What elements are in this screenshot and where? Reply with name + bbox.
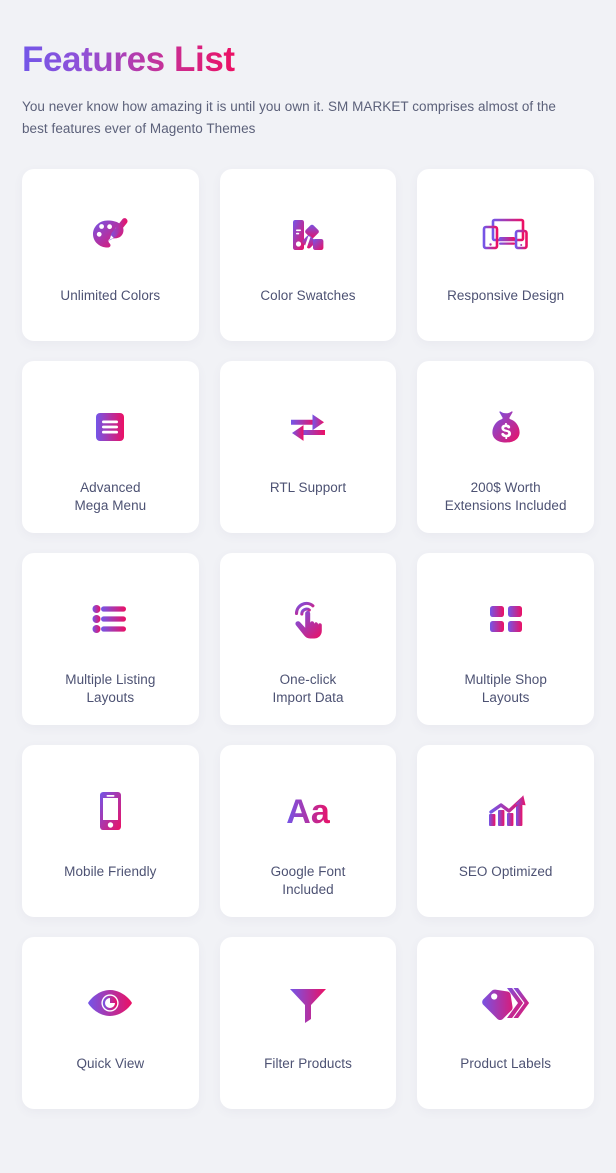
feature-card-seo-optimized[interactable]: SEO Optimized [417,744,594,917]
feature-card-multiple-shop-layouts[interactable]: Multiple Shop Layouts [417,552,594,725]
feature-label: RTL Support [269,479,347,495]
hamburger-menu-icon [87,375,133,479]
bullet-list-icon [87,567,133,671]
eye-icon [84,951,136,1055]
palette-icon [85,183,135,287]
feature-card-responsive-design[interactable]: Responsive Design [417,168,594,341]
click-hand-icon [283,567,333,671]
mobile-phone-icon [89,759,131,863]
feature-label: Google Font Included [270,863,346,897]
page-header: Features List You never know how amazing… [22,0,594,140]
feature-card-filter-products[interactable]: Filter Products [219,936,397,1109]
font-aa-icon: Aa [278,759,338,863]
feature-label: Responsive Design [447,287,565,303]
svg-text:Aa: Aa [286,793,331,831]
feature-label: One-click Import Data [272,671,344,705]
feature-label: Product Labels [460,1055,552,1071]
growth-chart-icon [481,759,531,863]
feature-label: Mobile Friendly [64,863,157,879]
feature-label: Multiple Shop Layouts [464,671,547,705]
grid-layout-icon [485,567,527,671]
feature-card-extensions-included[interactable]: 200$ Worth Extensions Included [417,360,594,533]
page-subtitle: You never know how amazing it is until y… [22,99,556,137]
feature-card-google-font[interactable]: Aa Google Font Included [219,744,397,917]
feature-card-unlimited-colors[interactable]: Unlimited Colors [22,168,199,341]
feature-label: Quick View [76,1055,145,1071]
feature-card-rtl-support[interactable]: RTL Support [219,360,397,533]
feature-label: Filter Products [264,1055,352,1071]
feature-label: SEO Optimized [458,863,553,879]
color-swatches-icon [283,183,333,287]
features-grid: Unlimited Colors Color Swatches Responsi… [22,168,594,1109]
feature-card-advanced-mega-menu[interactable]: Advanced Mega Menu [22,360,199,533]
funnel-icon [284,951,332,1055]
feature-label: 200$ Worth Extensions Included [444,479,567,513]
feature-label: Multiple Listing Layouts [65,671,156,705]
feature-label: Advanced Mega Menu [74,479,147,513]
feature-card-multiple-listing-layouts[interactable]: Multiple Listing Layouts [22,552,199,725]
price-tags-icon [481,951,531,1055]
money-bag-icon [482,375,530,479]
feature-label: Unlimited Colors [60,287,161,303]
feature-label: Color Swatches [260,287,356,303]
features-page: Features List You never know how amazing… [0,0,616,1173]
bidirectional-arrows-icon [283,375,333,479]
feature-card-quick-view[interactable]: Quick View [22,936,199,1109]
feature-card-one-click-import[interactable]: One-click Import Data [219,552,397,725]
responsive-devices-icon [479,183,533,287]
feature-card-product-labels[interactable]: Product Labels [417,936,594,1109]
page-title: Features List [22,40,235,79]
feature-card-mobile-friendly[interactable]: Mobile Friendly [22,744,199,917]
feature-card-color-swatches[interactable]: Color Swatches [219,168,397,341]
